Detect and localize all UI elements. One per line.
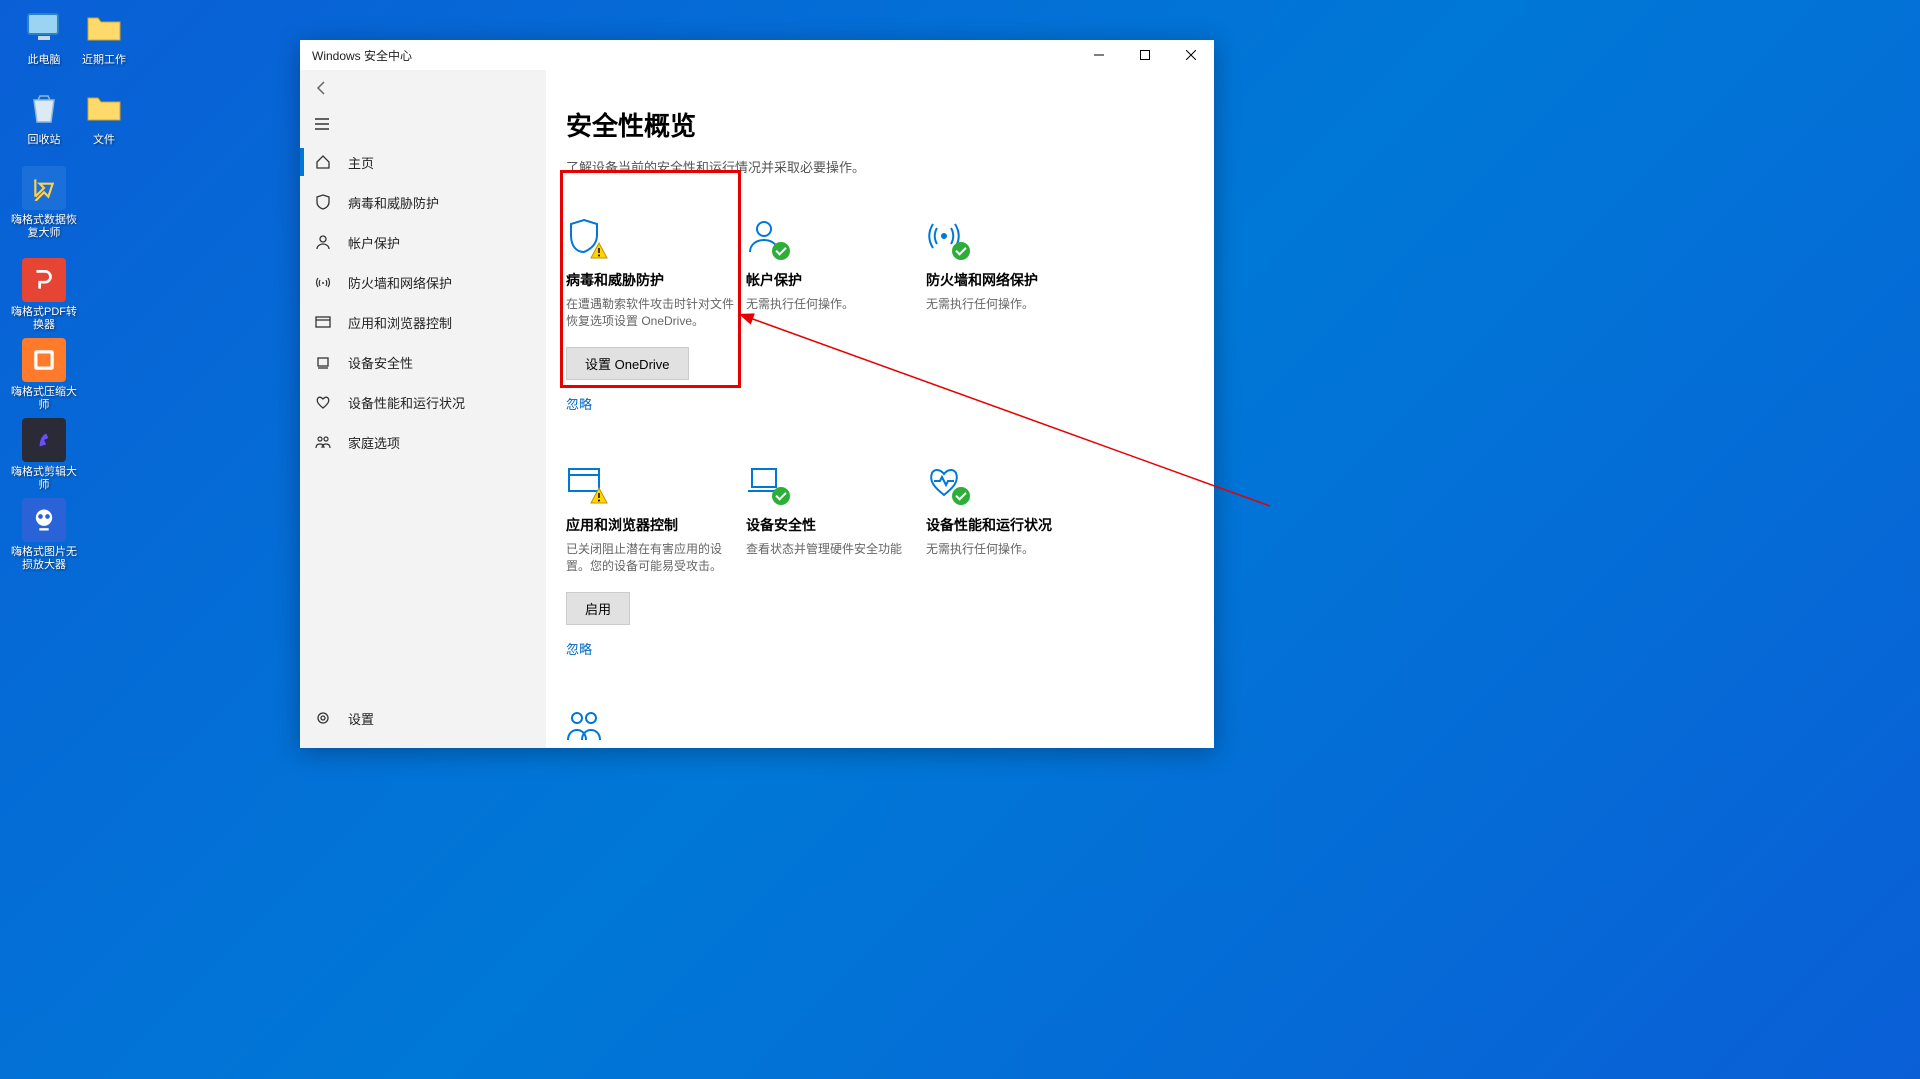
tile-title: 病毒和威胁防护 bbox=[566, 270, 736, 290]
folder-icon bbox=[82, 6, 126, 50]
antenna-icon bbox=[314, 273, 332, 291]
desktop-icon-folder2[interactable]: 文件 bbox=[68, 86, 140, 147]
hamburger-button[interactable] bbox=[300, 106, 546, 142]
person-ok-icon bbox=[746, 218, 786, 256]
sidebar-item-home[interactable]: 主页 bbox=[300, 142, 546, 182]
setup-onedrive-button[interactable]: 设置 OneDrive bbox=[566, 347, 689, 380]
sidebar-item-label: 主页 bbox=[348, 153, 374, 172]
app-icon bbox=[22, 418, 66, 462]
family-icon bbox=[566, 708, 606, 746]
desktop-icon-app3[interactable]: 嗨格式压缩大师 bbox=[8, 338, 80, 412]
shield-icon bbox=[314, 193, 332, 211]
main-content: 安全性概览 了解设备当前的安全性和运行情况并采取必要操作。 病毒和威胁防护 在遭… bbox=[546, 70, 1214, 748]
sidebar-item-account[interactable]: 帐户保护 bbox=[300, 222, 546, 262]
sidebar-item-label: 家庭选项 bbox=[348, 433, 400, 452]
page-title: 安全性概览 bbox=[566, 106, 1164, 143]
sidebar-item-label: 防火墙和网络保护 bbox=[348, 273, 452, 292]
sidebar-item-performance[interactable]: 设备性能和运行状况 bbox=[300, 382, 546, 422]
shield-warning-icon bbox=[566, 218, 606, 256]
sidebar-item-device[interactable]: 设备安全性 bbox=[300, 342, 546, 382]
family-icon bbox=[314, 433, 332, 451]
tile-desc: 已关闭阻止潜在有害应用的设置。您的设备可能易受攻击。 bbox=[566, 541, 736, 576]
tile-family[interactable]: 家庭选项 管理你的家人使用设备的方式。 bbox=[566, 698, 746, 748]
home-icon bbox=[314, 153, 332, 171]
tile-device[interactable]: 设备安全性 查看状态并管理硬件安全功能 bbox=[746, 453, 926, 668]
tile-appbrowser[interactable]: 应用和浏览器控制 已关闭阻止潜在有害应用的设置。您的设备可能易受攻击。 启用 忽… bbox=[566, 453, 746, 668]
tiles-grid: 病毒和威胁防护 在遭遇勒索软件攻击时针对文件恢复选项设置 OneDrive。 设… bbox=[566, 208, 1164, 748]
tile-title: 帐户保护 bbox=[746, 270, 916, 290]
tile-title: 应用和浏览器控制 bbox=[566, 515, 736, 535]
desktop-icon-label: 嗨格式PDF转换器 bbox=[8, 306, 80, 332]
sidebar-item-label: 病毒和威胁防护 bbox=[348, 193, 439, 212]
laptop-ok-icon bbox=[746, 463, 786, 501]
desktop-icon-app5[interactable]: 嗨格式图片无损放大器 bbox=[8, 498, 80, 572]
sidebar-item-virus[interactable]: 病毒和威胁防护 bbox=[300, 182, 546, 222]
minimize-button[interactable] bbox=[1076, 40, 1122, 70]
enable-button[interactable]: 启用 bbox=[566, 592, 630, 625]
desktop-icon-folder1[interactable]: 近期工作 bbox=[68, 6, 140, 67]
dismiss-link[interactable]: 忽略 bbox=[566, 394, 736, 413]
heart-ok-icon bbox=[926, 463, 966, 501]
sidebar-settings-label: 设置 bbox=[348, 709, 374, 728]
sidebar-item-label: 应用和浏览器控制 bbox=[348, 313, 452, 332]
back-button[interactable] bbox=[300, 70, 546, 106]
tile-desc: 查看状态并管理硬件安全功能 bbox=[746, 541, 916, 558]
sidebar-item-label: 帐户保护 bbox=[348, 233, 400, 252]
tile-firewall[interactable]: 防火墙和网络保护 无需执行任何操作。 bbox=[926, 208, 1106, 423]
titlebar[interactable]: Windows 安全中心 bbox=[300, 40, 1214, 70]
gear-icon bbox=[314, 709, 332, 727]
window-warning-icon bbox=[566, 463, 606, 501]
app-icon bbox=[22, 166, 66, 210]
desktop-icon-label: 嗨格式数据恢复大师 bbox=[8, 214, 80, 240]
this-pc-icon bbox=[22, 6, 66, 50]
sidebar-settings[interactable]: 设置 bbox=[300, 698, 546, 738]
security-center-window: Windows 安全中心 主页 病毒和威胁防护 帐户保护 bbox=[300, 40, 1214, 748]
tile-desc: 无需执行任何操作。 bbox=[746, 296, 916, 313]
desktop-icon-label: 嗨格式剪辑大师 bbox=[8, 466, 80, 492]
page-subtitle: 了解设备当前的安全性和运行情况并采取必要操作。 bbox=[566, 157, 1164, 176]
person-icon bbox=[314, 233, 332, 251]
tile-title: 设备性能和运行状况 bbox=[926, 515, 1096, 535]
sidebar-item-label: 设备安全性 bbox=[348, 353, 413, 372]
window-icon bbox=[314, 313, 332, 331]
tile-desc: 无需执行任何操作。 bbox=[926, 541, 1096, 558]
desktop-icon-label: 近期工作 bbox=[68, 54, 140, 67]
window-title: Windows 安全中心 bbox=[312, 47, 412, 64]
tile-desc: 在遭遇勒索软件攻击时针对文件恢复选项设置 OneDrive。 bbox=[566, 296, 736, 331]
recycle-bin-icon bbox=[22, 86, 66, 130]
maximize-button[interactable] bbox=[1122, 40, 1168, 70]
app-icon bbox=[22, 258, 66, 302]
desktop-icon-label: 嗨格式图片无损放大器 bbox=[8, 546, 80, 572]
close-button[interactable] bbox=[1168, 40, 1214, 70]
app-icon bbox=[22, 498, 66, 542]
app-icon bbox=[22, 338, 66, 382]
desktop-icon-label: 文件 bbox=[68, 134, 140, 147]
sidebar: 主页 病毒和威胁防护 帐户保护 防火墙和网络保护 应用和浏览器控制 bbox=[300, 70, 546, 748]
chip-icon bbox=[314, 353, 332, 371]
desktop-icon-label: 嗨格式压缩大师 bbox=[8, 386, 80, 412]
dismiss-link[interactable]: 忽略 bbox=[566, 639, 736, 658]
desktop-icon-app2[interactable]: 嗨格式PDF转换器 bbox=[8, 258, 80, 332]
tile-performance[interactable]: 设备性能和运行状况 无需执行任何操作。 bbox=[926, 453, 1106, 668]
tile-virus[interactable]: 病毒和威胁防护 在遭遇勒索软件攻击时针对文件恢复选项设置 OneDrive。 设… bbox=[566, 208, 746, 423]
heart-icon bbox=[314, 393, 332, 411]
tile-title: 防火墙和网络保护 bbox=[926, 270, 1096, 290]
desktop-icon-app4[interactable]: 嗨格式剪辑大师 bbox=[8, 418, 80, 492]
tile-title: 设备安全性 bbox=[746, 515, 916, 535]
sidebar-item-family[interactable]: 家庭选项 bbox=[300, 422, 546, 462]
sidebar-item-appbrowser[interactable]: 应用和浏览器控制 bbox=[300, 302, 546, 342]
tile-desc: 无需执行任何操作。 bbox=[926, 296, 1096, 313]
sidebar-item-firewall[interactable]: 防火墙和网络保护 bbox=[300, 262, 546, 302]
folder-icon bbox=[82, 86, 126, 130]
tile-account[interactable]: 帐户保护 无需执行任何操作。 bbox=[746, 208, 926, 423]
sidebar-item-label: 设备性能和运行状况 bbox=[348, 393, 465, 412]
antenna-ok-icon bbox=[926, 218, 966, 256]
desktop-icon-app1[interactable]: 嗨格式数据恢复大师 bbox=[8, 166, 80, 240]
